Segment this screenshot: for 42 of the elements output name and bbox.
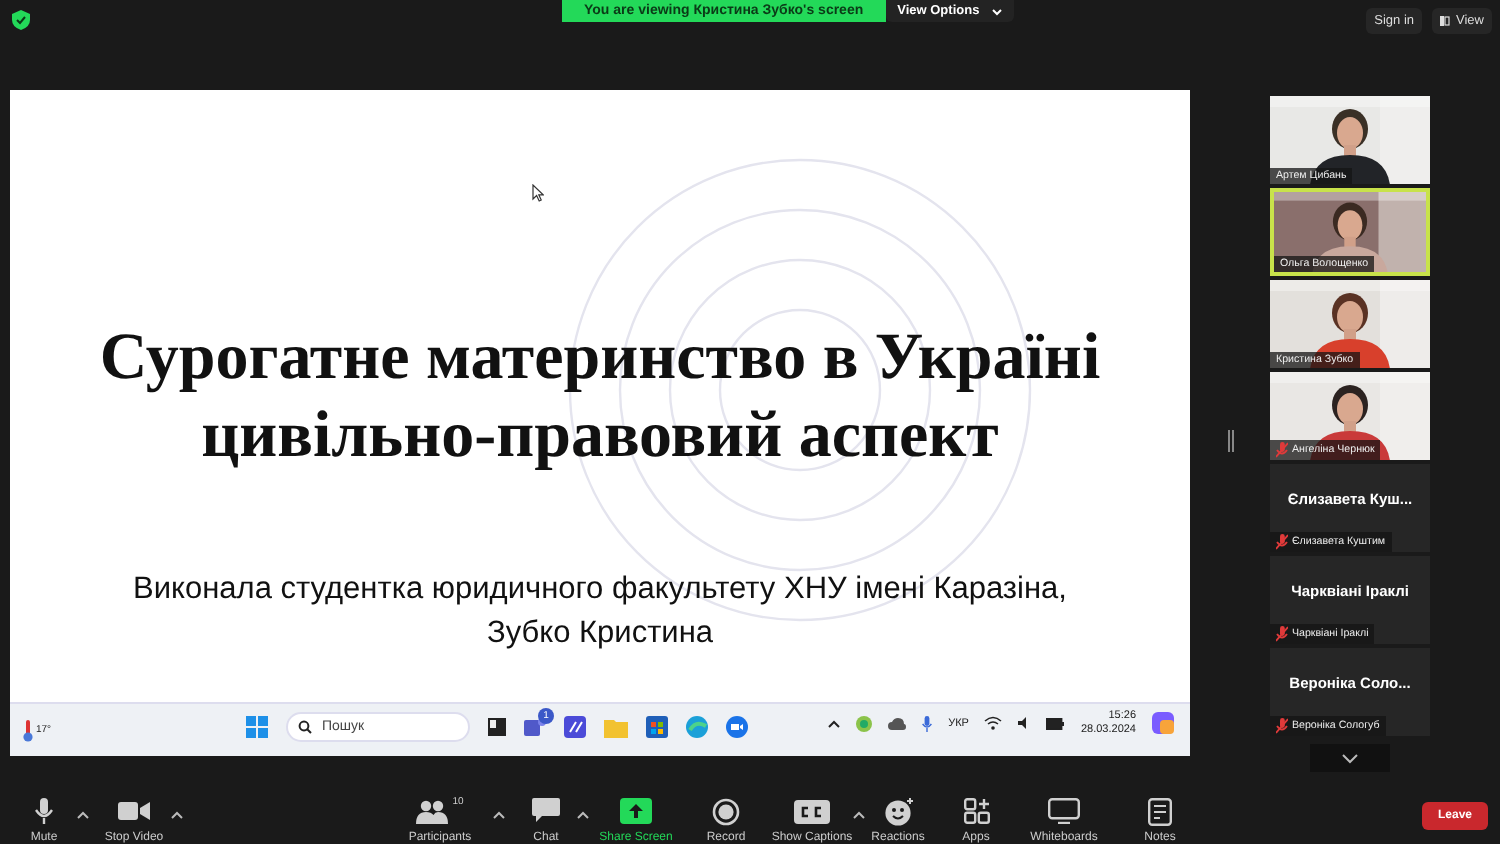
chevron-up-icon[interactable] — [828, 719, 841, 727]
caret-icon[interactable] — [576, 810, 590, 820]
slide-title: Сурогатне материнство в Україні цивільно-правовий аспект — [99, 320, 1101, 476]
caret-icon[interactable] — [170, 810, 184, 820]
apps-icon — [963, 798, 989, 824]
muted-microphone-icon — [1276, 626, 1288, 642]
captions-icon — [794, 799, 830, 823]
caret-icon[interactable] — [852, 810, 866, 820]
app-icon[interactable] — [564, 716, 586, 738]
video-app-icon[interactable] — [726, 716, 748, 738]
share-screen-icon — [620, 798, 652, 824]
mouse-pointer-icon — [532, 184, 544, 202]
microphone-icon[interactable] — [922, 715, 933, 731]
caret-icon[interactable] — [76, 810, 90, 820]
tray-app-icon[interactable] — [856, 715, 873, 731]
video-camera-icon — [118, 800, 150, 822]
record-icon — [712, 797, 740, 825]
battery-icon[interactable] — [1046, 717, 1065, 729]
copilot-icon[interactable] — [1152, 712, 1174, 734]
drag-handle-icon[interactable] — [1227, 429, 1233, 451]
people-icon — [416, 799, 449, 823]
muted-microphone-icon — [1276, 718, 1288, 734]
muted-microphone-icon — [1276, 442, 1288, 458]
microphone-icon — [34, 797, 54, 825]
layout-icon — [1440, 16, 1451, 26]
browser-icon[interactable] — [686, 716, 708, 738]
speaker-icon[interactable] — [1018, 716, 1031, 730]
chevron-down-icon — [991, 7, 1002, 15]
chevron-down-icon — [1342, 753, 1358, 763]
chat-bubble-icon — [532, 798, 560, 824]
muted-microphone-icon — [1276, 534, 1288, 550]
wifi-icon[interactable] — [984, 716, 1003, 730]
cloud-icon[interactable] — [888, 717, 907, 729]
windows-start-icon[interactable] — [246, 716, 268, 738]
task-view-icon[interactable] — [488, 718, 506, 736]
whiteboard-icon — [1048, 798, 1080, 824]
caret-icon[interactable] — [492, 810, 506, 820]
shield-icon — [12, 10, 30, 30]
notes-icon — [1148, 797, 1172, 825]
slide-subtitle: Виконала студентка юридичного факультету ХНУ імені Каразіна, Зубко Кристина — [133, 570, 1067, 654]
store-icon[interactable] — [646, 716, 668, 738]
smiley-icon — [883, 797, 913, 825]
